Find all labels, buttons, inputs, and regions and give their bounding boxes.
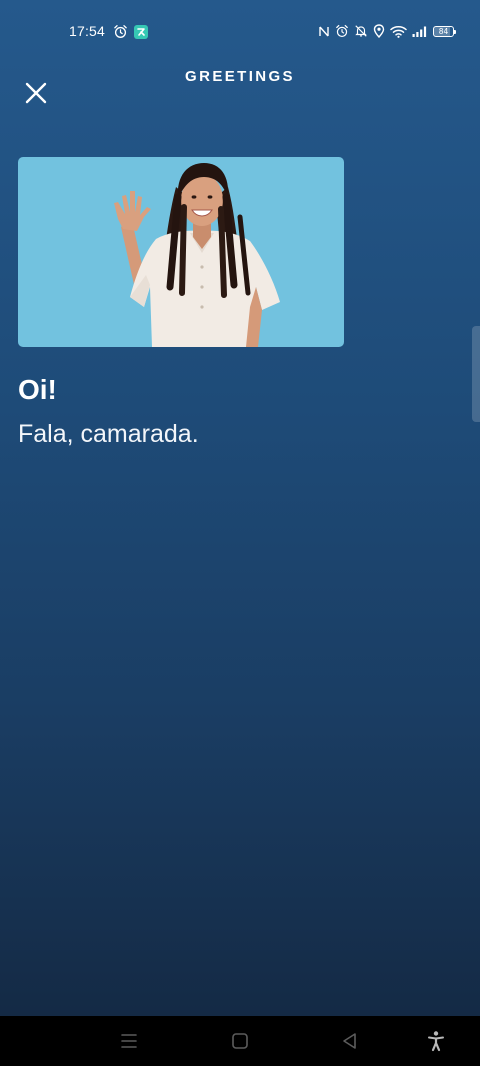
accessibility-button[interactable]	[425, 1030, 447, 1052]
greeting-translation: Fala, camarada.	[18, 420, 199, 448]
accessibility-icon	[428, 1031, 444, 1052]
greeting-phrase: Oi!	[18, 374, 57, 405]
alarm-icon	[335, 24, 349, 38]
signal-icon	[412, 25, 428, 37]
battery-icon: 84	[433, 25, 456, 37]
battery-percent: 84	[438, 26, 449, 36]
alarm-icon	[113, 24, 128, 39]
nfc-icon	[318, 25, 330, 38]
menu-icon	[121, 1034, 137, 1048]
close-icon	[25, 82, 47, 104]
home-icon	[232, 1033, 248, 1049]
recent-apps-button[interactable]	[118, 1030, 140, 1052]
status-right-icons: 84	[318, 24, 456, 38]
scroll-handle[interactable]	[472, 326, 480, 422]
person-waving-illustration	[114, 163, 280, 347]
mute-icon	[354, 24, 368, 38]
app-notification-icon	[134, 24, 148, 39]
screen: 17:54 84 GREETINGS Oi! Fala, camarada.	[0, 0, 480, 1016]
back-icon	[343, 1033, 356, 1049]
status-left-icons	[113, 24, 148, 39]
page-title: GREETINGS	[185, 68, 295, 85]
home-button[interactable]	[229, 1030, 251, 1052]
status-bar: 17:54 84	[0, 0, 480, 64]
greeting-image	[18, 157, 344, 347]
close-button[interactable]	[22, 79, 50, 107]
wifi-icon	[390, 25, 407, 38]
system-nav-bar	[0, 1016, 480, 1066]
location-icon	[373, 24, 385, 38]
back-button[interactable]	[339, 1030, 361, 1052]
status-time: 17:54	[69, 23, 106, 39]
